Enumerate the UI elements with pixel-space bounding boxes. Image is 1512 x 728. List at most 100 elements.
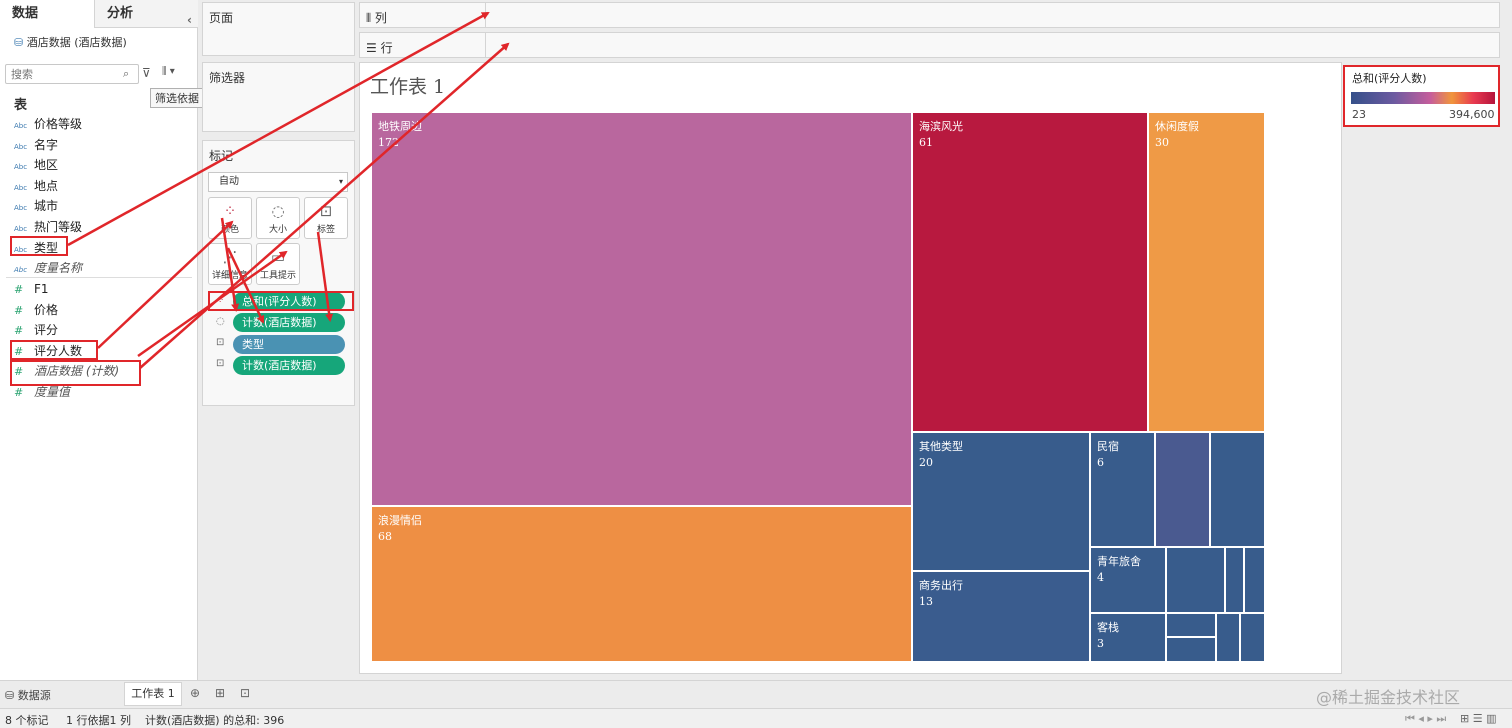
- dimension-field[interactable]: Abc 度量名称: [14, 258, 82, 278]
- label-icon: ⊡: [216, 337, 225, 348]
- view-options-icon[interactable]: ⫼ ▾: [162, 66, 175, 77]
- marks-pill-label-type[interactable]: 类型: [233, 335, 345, 354]
- marks-pill-label-count[interactable]: 计数(酒店数据): [233, 356, 345, 375]
- dimension-field[interactable]: Abc 城市: [14, 196, 58, 216]
- collapse-pane-icon[interactable]: ‹: [187, 6, 192, 34]
- tooltip-icon: ▭: [270, 248, 286, 266]
- dimension-field[interactable]: Abc 地区: [14, 155, 58, 175]
- detail-button-label: 详细信息: [211, 271, 248, 281]
- treemap-cell[interactable]: [1244, 547, 1265, 613]
- treemap-chart[interactable]: 地铁周边 172 浪漫情侣 68 海滨风光 61 休闲度假 30 其他类型 20 商务出行 13 民宿 6…: [371, 112, 1265, 662]
- label-icon: ⊡: [319, 202, 333, 220]
- treemap-cell[interactable]: 商务出行 13: [912, 571, 1090, 662]
- treemap-cell[interactable]: 浪漫情侣 68: [371, 506, 912, 662]
- view-toggle-icon[interactable]: ⊞ ☰ ▥: [1460, 712, 1496, 725]
- treemap-cell-label: 商务出行: [919, 579, 963, 592]
- treemap-cell-label: 客栈: [1097, 621, 1119, 634]
- filters-shelf[interactable]: 筛选器: [202, 62, 355, 132]
- treemap-cell[interactable]: 地铁周边 172: [371, 112, 912, 506]
- string-type-icon: Abc: [14, 204, 28, 213]
- treemap-cell-label: 浪漫情侣: [378, 514, 422, 527]
- treemap-cell-value: 172: [378, 136, 399, 149]
- dimension-field[interactable]: Abc 价格等级: [14, 114, 82, 134]
- string-type-icon: Abc: [14, 142, 28, 151]
- tables-header: 表: [14, 98, 28, 113]
- field-label: 地点: [34, 178, 59, 193]
- treemap-cell[interactable]: [1166, 637, 1216, 662]
- treemap-cell[interactable]: [1166, 547, 1225, 613]
- filter-tooltip: 筛选依据: [150, 88, 204, 108]
- pages-shelf[interactable]: 页面: [202, 2, 355, 56]
- size-button[interactable]: ◌ 大小: [256, 197, 300, 239]
- new-dashboard-icon[interactable]: ⊞: [215, 686, 225, 700]
- measure-field[interactable]: # 评分: [14, 320, 58, 340]
- treemap-cell-value: 4: [1097, 571, 1104, 584]
- new-sheet-icon[interactable]: ⊕: [190, 686, 200, 700]
- nav-arrows-icon[interactable]: ⏮ ◂ ▸ ⏭: [1405, 712, 1446, 726]
- status-rows-cols: 1 行依据1 列: [66, 714, 131, 727]
- treemap-cell[interactable]: [1225, 547, 1244, 613]
- rows-icon: ☰: [366, 41, 381, 55]
- field-label: 热门等级: [34, 220, 83, 234]
- measure-field[interactable]: # 价格: [14, 300, 58, 320]
- label-button[interactable]: ⊡ 标签: [304, 197, 348, 239]
- field-label: 度量值: [34, 385, 71, 399]
- treemap-cell-value: 68: [378, 530, 392, 543]
- dimension-field[interactable]: Abc 地点: [14, 176, 58, 196]
- treemap-cell[interactable]: [1210, 432, 1265, 547]
- filter-icon[interactable]: ⊽: [142, 66, 151, 80]
- treemap-cell[interactable]: 客栈 3: [1090, 613, 1166, 662]
- treemap-cell-label: 海滨风光: [919, 120, 963, 133]
- tab-analysis-label: 分析: [107, 6, 134, 21]
- columns-icon: ⫴: [366, 11, 375, 25]
- datasource-tab-icon: ⛁: [5, 689, 18, 702]
- treemap-cell-value: 6: [1097, 456, 1104, 469]
- datasource-name[interactable]: ⛁ 酒店数据 (酒店数据): [14, 34, 127, 50]
- status-marks: 8 个标记: [5, 714, 49, 727]
- tab-data[interactable]: 数据: [0, 0, 94, 28]
- treemap-cell[interactable]: [1166, 613, 1216, 637]
- treemap-cell-label: 其他类型: [919, 440, 963, 453]
- number-type-icon: #: [14, 324, 24, 338]
- tooltip-button[interactable]: ▭ 工具提示: [256, 243, 300, 285]
- treemap-cell[interactable]: 其他类型 20: [912, 432, 1090, 571]
- shelf-divider: [485, 33, 486, 57]
- field-label: F1: [34, 282, 49, 296]
- sheet-tab[interactable]: 工作表 1: [124, 682, 182, 706]
- detail-button[interactable]: ⋰ 详细信息: [208, 243, 252, 285]
- treemap-cell-label: 民宿: [1097, 440, 1119, 453]
- rows-shelf[interactable]: ☰ 行: [359, 32, 1500, 58]
- number-type-icon: #: [14, 283, 24, 296]
- new-story-icon[interactable]: ⊡: [240, 686, 250, 700]
- search-icon: ⌕: [123, 67, 130, 80]
- search-input[interactable]: [5, 64, 139, 84]
- status-sum: 计数(酒店数据) 的总和: 396: [145, 714, 285, 727]
- legend-gradient-bar: [1351, 92, 1495, 104]
- size-button-label: 大小: [268, 225, 287, 235]
- treemap-cell[interactable]: 民宿 6: [1090, 432, 1155, 547]
- columns-shelf[interactable]: ⫴ 列: [359, 2, 1500, 28]
- datasource-tab[interactable]: ⛁ 数据源: [5, 687, 51, 703]
- tab-analysis[interactable]: 分析 ‹: [94, 0, 198, 28]
- treemap-cell[interactable]: [1240, 613, 1265, 662]
- treemap-cell[interactable]: 休闲度假 30: [1148, 112, 1265, 432]
- pages-shelf-label: 页面: [209, 11, 234, 25]
- dimension-field[interactable]: Abc 热门等级: [14, 217, 82, 237]
- treemap-cell-value: 61: [919, 136, 933, 149]
- mark-type-select[interactable]: 自动 ▾: [208, 172, 348, 192]
- treemap-cell[interactable]: 海滨风光 61: [912, 112, 1148, 432]
- treemap-cell[interactable]: [1155, 432, 1210, 547]
- color-button[interactable]: ⁘ 颜色: [208, 197, 252, 239]
- dimension-field[interactable]: Abc 名字: [14, 135, 58, 155]
- sheet-tab-bar: [0, 680, 1512, 708]
- field-label: 评分: [34, 323, 59, 338]
- treemap-cell[interactable]: 青年旅舍 4: [1090, 547, 1166, 613]
- treemap-cell-label: 地铁周边: [378, 120, 422, 133]
- measure-field[interactable]: # F1: [14, 279, 49, 299]
- string-type-icon: Abc: [14, 122, 28, 130]
- treemap-cell[interactable]: [1216, 613, 1240, 662]
- field-label: 度量名称: [34, 261, 83, 276]
- highlight-color-pill: [208, 291, 354, 311]
- legend-min: 23: [1352, 108, 1366, 121]
- marks-pill-size[interactable]: 计数(酒店数据): [233, 313, 345, 332]
